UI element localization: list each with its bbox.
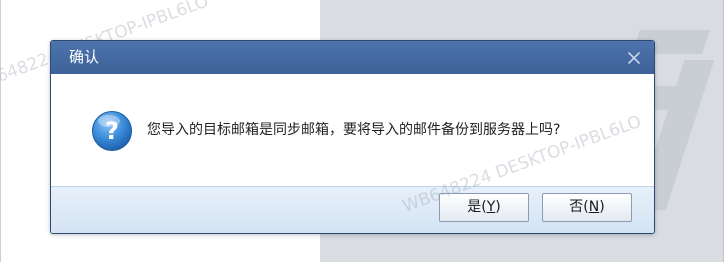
dialog-footer: 是(Y) 否(N)	[51, 186, 654, 233]
dialog-message: 您导入的目标邮箱是同步邮箱，要将导入的邮件备份到服务器上吗?	[147, 122, 561, 138]
close-button[interactable]	[622, 47, 646, 69]
no-button-label: 否	[569, 199, 584, 215]
no-button-paren-close: )	[599, 199, 605, 215]
no-button-mnemonic: N	[588, 199, 600, 215]
dialog-title: 确认	[69, 48, 100, 66]
close-icon	[627, 51, 641, 65]
yes-button-label: 是	[467, 199, 482, 215]
yes-button-mnemonic: Y	[486, 199, 496, 215]
yes-button-paren-close: )	[495, 199, 501, 215]
no-button[interactable]: 否(N)	[542, 193, 632, 222]
svg-text:?: ?	[105, 117, 119, 145]
dialog-body: ? 您导入的目标邮箱是同步邮箱，要将导入的邮件备份到服务器上吗?	[51, 74, 654, 186]
question-icon: ?	[91, 110, 133, 152]
yes-button[interactable]: 是(Y)	[439, 193, 529, 222]
dialog-titlebar[interactable]: 确认	[51, 41, 654, 74]
confirm-dialog: 确认 ? 您导入的目标邮箱是同步邮箱，要将导入的邮件备份到服务器上吗? 是(Y)…	[50, 40, 655, 234]
